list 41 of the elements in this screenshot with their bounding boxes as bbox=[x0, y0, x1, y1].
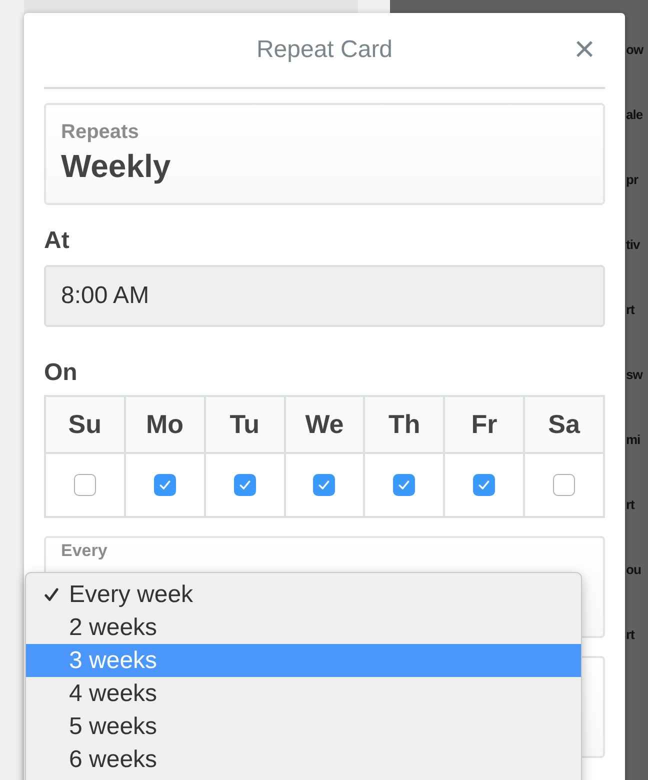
checkmark-icon bbox=[158, 478, 172, 492]
dialog-title: Repeat Card bbox=[256, 36, 393, 64]
card-text: ale bbox=[626, 107, 643, 124]
checkmark-icon bbox=[397, 478, 412, 492]
checkmark-icon bbox=[317, 478, 332, 492]
card-text: mi bbox=[626, 432, 640, 449]
menu-option[interactable]: 2 weeks bbox=[26, 611, 581, 644]
card-text: sw bbox=[626, 367, 642, 384]
day-header: Mo bbox=[126, 397, 206, 454]
day-checkbox[interactable] bbox=[553, 474, 576, 496]
card-text: pr bbox=[626, 172, 638, 189]
time-field[interactable]: 8:00 AM bbox=[44, 265, 605, 327]
day-header: Sa bbox=[525, 397, 605, 454]
menu-option[interactable]: Every week bbox=[26, 578, 581, 611]
card-text: ow bbox=[626, 42, 644, 59]
at-label: At bbox=[44, 227, 70, 256]
checkmark-icon bbox=[477, 478, 492, 492]
day-checkbox[interactable] bbox=[393, 474, 416, 496]
day-checkbox[interactable] bbox=[234, 474, 256, 496]
day-header: Su bbox=[46, 397, 126, 454]
repeats-select[interactable]: Repeats Weekly bbox=[44, 103, 605, 205]
card-text: rt bbox=[626, 627, 634, 644]
day-header: Tu bbox=[206, 397, 286, 454]
day-header: Th bbox=[365, 397, 446, 454]
menu-option[interactable]: 5 weeks bbox=[26, 710, 581, 743]
menu-option[interactable]: 6 weeks bbox=[26, 743, 581, 776]
card-text: rt bbox=[626, 302, 634, 319]
day-header: We bbox=[286, 397, 366, 454]
card-text: ou bbox=[626, 562, 641, 579]
checkmark-icon bbox=[44, 586, 59, 602]
day-checkbox[interactable] bbox=[74, 474, 96, 496]
menu-option[interactable]: 4 weeks bbox=[26, 677, 581, 710]
card-text: tiv bbox=[626, 237, 640, 254]
day-header: Fr bbox=[445, 397, 526, 454]
day-checkbox[interactable] bbox=[473, 474, 496, 496]
checkmark-icon bbox=[238, 478, 252, 492]
card-text: rt bbox=[626, 497, 634, 514]
day-checkbox[interactable] bbox=[154, 474, 176, 496]
on-label: On bbox=[44, 359, 78, 388]
close-button[interactable]: × bbox=[564, 31, 605, 67]
day-checkbox[interactable] bbox=[313, 474, 336, 496]
